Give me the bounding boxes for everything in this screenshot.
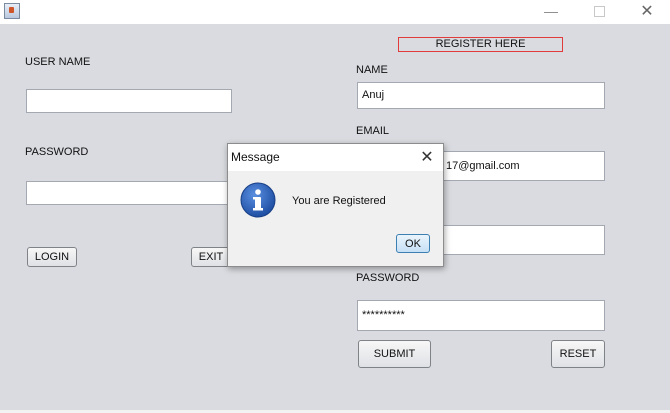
dialog-title: Message xyxy=(231,150,280,164)
dialog-titlebar: Message ✕ xyxy=(228,144,443,171)
dialog-message: You are Registered xyxy=(292,195,386,207)
java-app-icon xyxy=(4,3,20,19)
login-button[interactable]: LOGIN xyxy=(27,247,77,267)
close-button[interactable]: ✕ xyxy=(624,0,670,22)
email-label: EMAIL xyxy=(356,125,390,137)
minimize-icon: — xyxy=(544,3,558,19)
password-label: PASSWORD xyxy=(25,146,89,158)
name-input[interactable]: Anuj xyxy=(357,82,605,109)
reset-button[interactable]: RESET xyxy=(551,340,605,368)
maximize-button[interactable] xyxy=(576,0,622,22)
close-icon: ✕ xyxy=(640,3,654,20)
submit-button[interactable]: SUBMIT xyxy=(358,340,431,368)
info-icon xyxy=(240,182,276,218)
maximize-icon xyxy=(593,5,605,17)
login-password-input[interactable] xyxy=(26,181,232,205)
username-input[interactable] xyxy=(26,89,232,113)
message-dialog: Message ✕ You are Registered OK xyxy=(227,143,444,267)
minimize-button[interactable]: — xyxy=(528,0,574,22)
window-titlebar: — ✕ xyxy=(0,0,670,24)
register-password-input[interactable]: ********** xyxy=(357,300,605,331)
register-password-label: PASSWORD xyxy=(356,272,420,284)
register-heading: REGISTER HERE xyxy=(398,37,563,52)
exit-button[interactable]: EXIT xyxy=(191,247,231,267)
close-icon: ✕ xyxy=(420,149,434,166)
dialog-close-button[interactable]: ✕ xyxy=(416,146,438,168)
name-label: NAME xyxy=(356,64,388,76)
username-label: USER NAME xyxy=(25,56,91,68)
ok-button[interactable]: OK xyxy=(396,234,430,253)
